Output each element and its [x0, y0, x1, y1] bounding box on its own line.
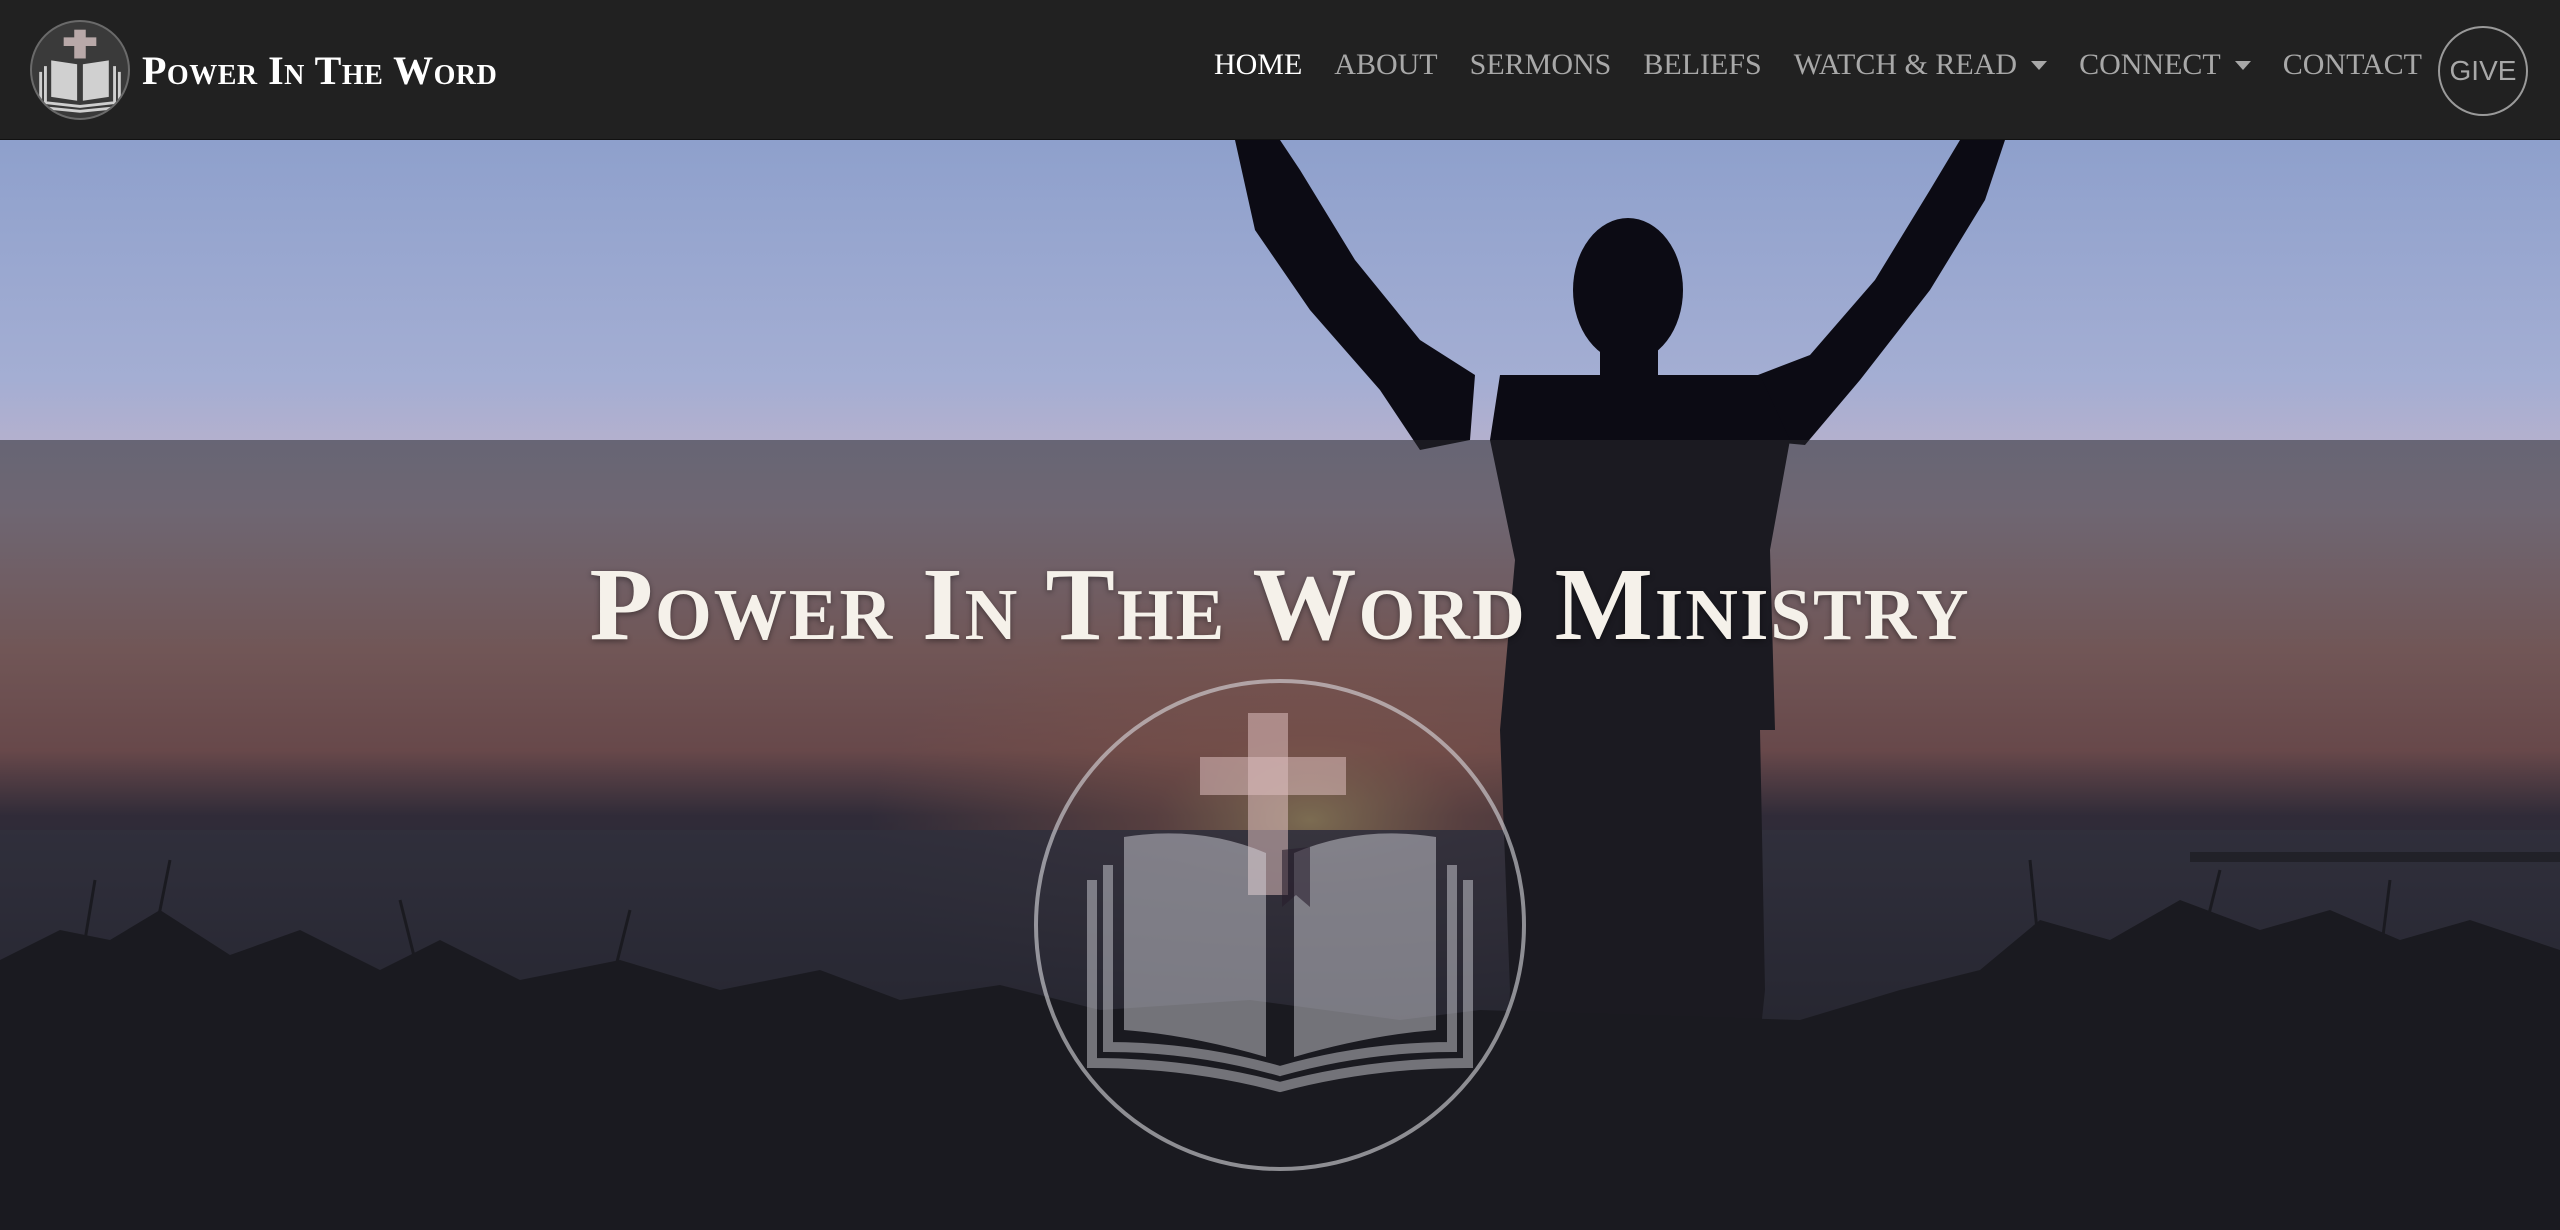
nav-watch-read-label: WATCH & READ: [1793, 48, 2018, 81]
give-label: GIVE: [2449, 55, 2517, 86]
nav-home[interactable]: HOME: [1214, 48, 1302, 82]
caret-down-icon: [2031, 60, 2048, 70]
nav-watch-read-dropdown[interactable]: WATCH & READ: [1793, 48, 2048, 82]
brand-title: Power In The Word: [142, 47, 498, 93]
give-button[interactable]: GIVE: [2438, 26, 2528, 116]
nav-home-label: HOME: [1213, 48, 1303, 81]
nav-contact-label: CONTACT: [2282, 48, 2422, 81]
cross-bible-logo-icon: [30, 20, 130, 120]
nav-about-label: ABOUT: [1334, 48, 1438, 81]
hero-title: Power In The Word Ministry: [589, 547, 1971, 662]
nav-connect-label: CONNECT: [2079, 48, 2221, 81]
top-navbar: Power In The Word HOME ABOUT SERMONS BEL…: [0, 0, 2560, 140]
nav-beliefs-label: BELIEFS: [1643, 48, 1762, 81]
nav-contact[interactable]: CONTACT: [2283, 48, 2422, 82]
nav-connect-dropdown[interactable]: CONNECT: [2079, 48, 2251, 82]
hero-section: Power In The Word Ministry: [0, 140, 2560, 1230]
nav-about[interactable]: ABOUT: [1334, 48, 1437, 82]
nav-beliefs[interactable]: BELIEFS: [1643, 48, 1761, 82]
main-menu: HOME ABOUT SERMONS BELIEFS WATCH & READ …: [1182, 0, 2422, 130]
caret-down-icon: [2234, 60, 2251, 70]
nav-sermons-label: SERMONS: [1469, 48, 1612, 81]
brand-link[interactable]: Power In The Word: [30, 20, 497, 120]
cross-bible-icon: [1034, 679, 1526, 1171]
nav-sermons[interactable]: SERMONS: [1470, 48, 1612, 82]
